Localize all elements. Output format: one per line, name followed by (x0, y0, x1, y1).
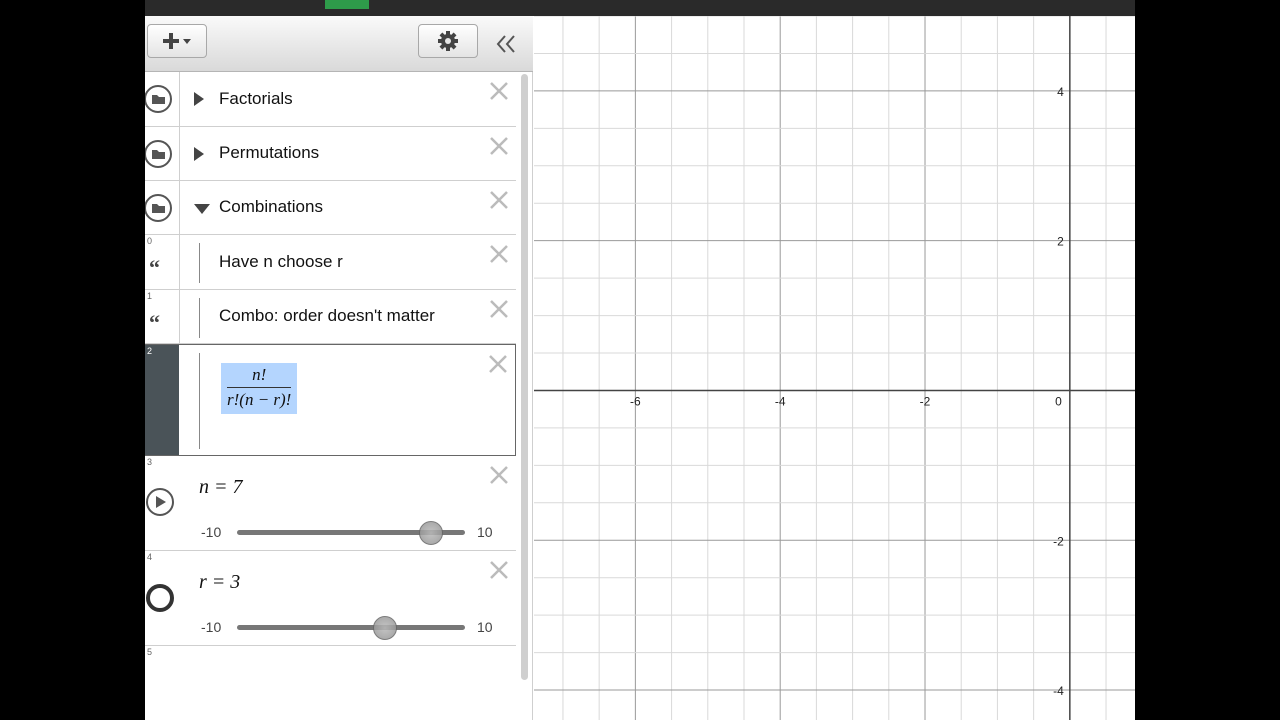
folder-row-factorials[interactable]: Factorials (145, 72, 516, 127)
close-icon[interactable] (488, 559, 510, 581)
expression-index: 4 (147, 552, 153, 562)
gutter-divider (179, 235, 180, 290)
slider-track[interactable] (237, 616, 465, 640)
expression-gutter[interactable]: 4 (145, 551, 179, 645)
y-tick-label: 2 (1057, 235, 1064, 249)
folder-label[interactable]: Permutations (219, 143, 319, 163)
folder-icon[interactable] (145, 193, 175, 223)
settings-button[interactable] (418, 24, 478, 58)
close-icon[interactable] (488, 189, 510, 211)
slider-min[interactable]: -10 (201, 619, 221, 635)
folder-icon[interactable] (145, 84, 175, 114)
close-icon[interactable] (488, 135, 510, 157)
graph-style-circle-icon[interactable] (145, 583, 175, 613)
new-expression-row[interactable]: 5 (145, 646, 516, 720)
expression-index: 1 (147, 291, 153, 301)
slider-max[interactable]: 10 (477, 619, 493, 635)
expression-toolbar (145, 16, 533, 72)
expression-row-selected[interactable]: 2 n! r!(n − r)! (145, 344, 516, 456)
slider-handle[interactable] (373, 616, 398, 640)
folder-label[interactable]: Factorials (219, 89, 293, 109)
folder-row-permutations[interactable]: Permutations (145, 127, 516, 181)
slider-equation[interactable]: n = 7 (199, 476, 243, 499)
folder-icon[interactable] (145, 139, 175, 169)
slider-track[interactable] (237, 521, 465, 545)
add-item-button[interactable] (147, 24, 207, 58)
note-row[interactable]: 0 “ Have n choose r (145, 235, 516, 290)
gutter-divider (179, 290, 180, 344)
folder-row-combinations[interactable]: Combinations (145, 181, 516, 235)
slider-row-r[interactable]: 4 r = 3 -10 10 (145, 551, 516, 646)
fraction-numerator: n! (227, 365, 292, 388)
slider-max[interactable]: 10 (477, 524, 493, 540)
collapse-panel-button[interactable] (490, 30, 522, 58)
quote-icon: “ (149, 255, 160, 280)
expression-list: Factorials Permutations Combinations 0 “… (145, 72, 517, 720)
collapse-triangle-icon[interactable] (193, 203, 211, 215)
y-tick-label: -2 (1053, 534, 1064, 548)
fraction-denominator: r!(n − r)! (227, 390, 292, 409)
expression-gutter[interactable]: 0 “ (145, 235, 179, 289)
note-text[interactable]: Combo: order doesn't matter (219, 306, 435, 326)
note-bar (199, 298, 200, 338)
double-chevron-left-icon (496, 35, 515, 53)
play-icon[interactable] (145, 487, 175, 517)
expand-triangle-icon[interactable] (193, 146, 205, 162)
graph-canvas[interactable]: -6 -4 -2 0 4 2 -2 -4 (534, 16, 1135, 720)
math-fraction-input[interactable]: n! r!(n − r)! (221, 363, 298, 414)
expression-index: 0 (147, 236, 153, 246)
slider-handle[interactable] (418, 521, 443, 545)
x-tick-label: -4 (775, 394, 786, 408)
note-row[interactable]: 1 “ Combo: order doesn't matter (145, 290, 516, 344)
cursor-bar (199, 353, 200, 449)
folder-label[interactable]: Combinations (219, 197, 323, 217)
browser-titlebar (145, 0, 1135, 16)
expression-index: 3 (147, 457, 153, 467)
x-tick-label: -6 (630, 394, 641, 408)
x-tick-label: -2 (920, 394, 931, 408)
desmos-app: Factorials Permutations Combinations 0 “… (145, 0, 1135, 720)
expression-gutter[interactable]: 5 (145, 646, 179, 720)
quote-icon: “ (149, 310, 160, 335)
gear-icon (438, 31, 458, 51)
slider-row-n[interactable]: 3 n = 7 -10 10 (145, 456, 516, 551)
expression-gutter[interactable]: 3 (145, 456, 179, 550)
gutter-divider (179, 72, 180, 127)
close-icon[interactable] (488, 80, 510, 102)
plus-icon (163, 33, 191, 49)
slider-equation[interactable]: r = 3 (199, 571, 240, 594)
gutter-divider (179, 127, 180, 181)
note-bar (199, 243, 200, 283)
panel-scrollbar[interactable] (521, 74, 528, 680)
close-icon[interactable] (488, 298, 510, 320)
y-tick-label: -4 (1053, 684, 1064, 698)
graph-paper[interactable]: -6 -4 -2 0 4 2 -2 -4 (534, 16, 1135, 720)
expand-triangle-icon[interactable] (193, 91, 205, 107)
x-tick-label: 0 (1055, 394, 1062, 408)
close-icon[interactable] (487, 353, 509, 375)
expression-gutter-active[interactable]: 2 (145, 345, 179, 455)
note-text[interactable]: Have n choose r (219, 252, 343, 272)
expression-panel: Factorials Permutations Combinations 0 “… (145, 16, 533, 720)
expression-index: 2 (147, 346, 153, 356)
expression-gutter[interactable]: 1 “ (145, 290, 179, 343)
slider-min[interactable]: -10 (201, 524, 221, 540)
close-icon[interactable] (488, 464, 510, 486)
tab-indicator (325, 0, 369, 9)
gutter-divider (179, 181, 180, 235)
expression-index: 5 (147, 647, 153, 657)
close-icon[interactable] (488, 243, 510, 265)
y-tick-label: 4 (1057, 85, 1064, 99)
